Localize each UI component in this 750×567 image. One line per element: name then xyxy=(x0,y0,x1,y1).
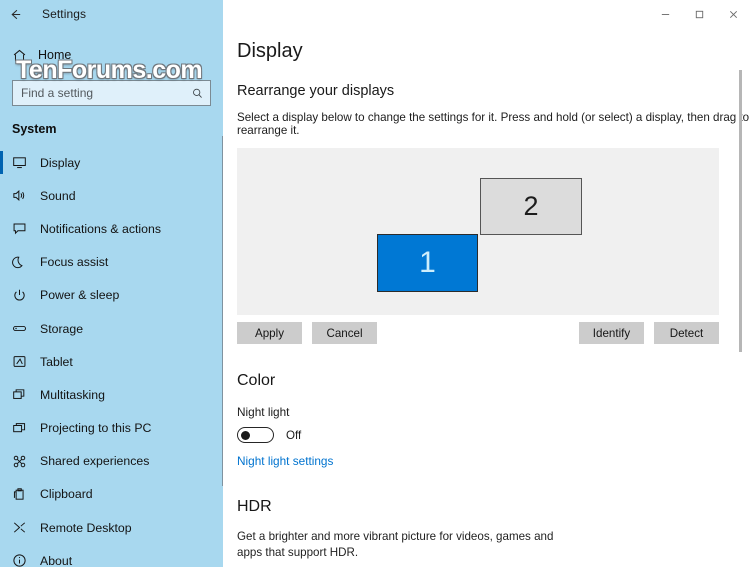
sidebar-label-power-sleep: Power & sleep xyxy=(40,288,120,303)
remote-desktop-icon xyxy=(12,520,40,535)
sidebar-item-multitasking[interactable]: Multitasking xyxy=(0,378,223,411)
toggle-knob xyxy=(241,431,250,440)
main-scrollbar[interactable] xyxy=(739,70,742,352)
moon-icon xyxy=(12,255,40,270)
search-icon[interactable] xyxy=(191,87,204,100)
display-arrangement-canvas[interactable]: 2 1 xyxy=(237,148,719,315)
rearrange-description: Select a display below to change the set… xyxy=(237,111,750,137)
title-bar: Settings xyxy=(0,0,750,28)
minimize-button[interactable] xyxy=(648,0,682,28)
cancel-button[interactable]: Cancel xyxy=(312,322,377,344)
sidebar-label-shared-experiences: Shared experiences xyxy=(40,454,150,469)
title-bar-left: Settings xyxy=(0,0,223,28)
sidebar-item-focus-assist[interactable]: Focus assist xyxy=(0,246,223,279)
display-number-1: 1 xyxy=(419,246,436,279)
tablet-icon xyxy=(12,354,40,369)
window-title: Settings xyxy=(42,7,87,21)
sidebar-item-power-sleep[interactable]: Power & sleep xyxy=(0,279,223,312)
sidebar-item-tablet[interactable]: Tablet xyxy=(0,345,223,378)
back-arrow-icon[interactable] xyxy=(0,0,30,28)
maximize-button[interactable] xyxy=(682,0,716,28)
clipboard-icon xyxy=(12,487,40,502)
main-content: Display Rearrange your displays Select a… xyxy=(223,28,750,567)
sidebar-label-about: About xyxy=(40,553,73,567)
monitor-icon xyxy=(12,155,40,170)
night-light-state: Off xyxy=(286,428,302,442)
night-light-toggle[interactable] xyxy=(237,427,274,443)
sidebar-item-storage[interactable]: Storage xyxy=(0,312,223,345)
sidebar-label-sound: Sound xyxy=(40,188,76,203)
page-title: Display xyxy=(237,40,303,62)
power-icon xyxy=(12,288,40,303)
projecting-icon xyxy=(12,421,40,436)
sidebar-label-remote-desktop: Remote Desktop xyxy=(40,520,132,535)
color-heading: Color xyxy=(237,372,276,389)
hdr-description: Get a brighter and more vibrant picture … xyxy=(237,530,554,559)
sidebar-label-display: Display xyxy=(40,155,81,170)
sidebar-label-focus-assist: Focus assist xyxy=(40,255,109,270)
window-controls xyxy=(223,0,750,28)
notification-icon xyxy=(12,221,40,236)
sidebar-label-notifications: Notifications & actions xyxy=(40,221,161,236)
sidebar-item-home[interactable]: Home xyxy=(0,42,223,68)
identify-button[interactable]: Identify xyxy=(579,322,644,344)
sidebar-item-display[interactable]: Display xyxy=(0,146,223,179)
home-icon xyxy=(12,48,38,63)
shared-experiences-icon xyxy=(12,454,40,469)
info-icon xyxy=(12,553,40,567)
settings-window: Settings Home Find a setting System Disp… xyxy=(0,0,750,567)
night-light-settings-link[interactable]: Night light settings xyxy=(237,454,333,468)
sidebar-label-multitasking: Multitasking xyxy=(40,387,105,402)
display-button-row: Apply Cancel Identify Detect xyxy=(237,322,719,344)
sidebar-section-heading: System xyxy=(12,122,57,136)
storage-icon xyxy=(12,321,40,336)
search-container xyxy=(12,80,211,106)
sidebar-item-notifications[interactable]: Notifications & actions xyxy=(0,212,223,245)
night-light-toggle-row: Off xyxy=(237,427,750,443)
sidebar-label-projecting: Projecting to this PC xyxy=(40,421,152,436)
hdr-heading: HDR xyxy=(237,498,272,515)
night-light-label: Night light xyxy=(237,405,290,419)
sidebar-item-clipboard[interactable]: Clipboard xyxy=(0,478,223,511)
sidebar-item-sound[interactable]: Sound xyxy=(0,179,223,212)
sidebar-item-about[interactable]: About xyxy=(0,544,223,567)
sidebar-home-label: Home xyxy=(38,48,72,62)
close-button[interactable] xyxy=(716,0,750,28)
search-input[interactable] xyxy=(21,86,191,100)
rearrange-heading: Rearrange your displays xyxy=(237,83,395,99)
sidebar-item-projecting[interactable]: Projecting to this PC xyxy=(0,412,223,445)
search-box[interactable] xyxy=(12,80,211,106)
multitasking-icon xyxy=(12,387,40,402)
sidebar-item-shared-experiences[interactable]: Shared experiences xyxy=(0,445,223,478)
detect-button[interactable]: Detect xyxy=(654,322,719,344)
sidebar-nav-list: Display Sound Notifications & actions Fo… xyxy=(0,146,223,567)
apply-button[interactable]: Apply xyxy=(237,322,302,344)
speaker-icon xyxy=(12,188,40,203)
sidebar-label-tablet: Tablet xyxy=(40,354,73,369)
sidebar-item-remote-desktop[interactable]: Remote Desktop xyxy=(0,511,223,544)
display-number-2: 2 xyxy=(523,191,539,221)
display-box-1[interactable]: 1 xyxy=(377,234,478,292)
sidebar-label-clipboard: Clipboard xyxy=(40,487,93,502)
sidebar: Home System Display xyxy=(0,28,223,567)
sidebar-label-storage: Storage xyxy=(40,321,84,336)
display-box-2[interactable]: 2 xyxy=(480,178,582,235)
